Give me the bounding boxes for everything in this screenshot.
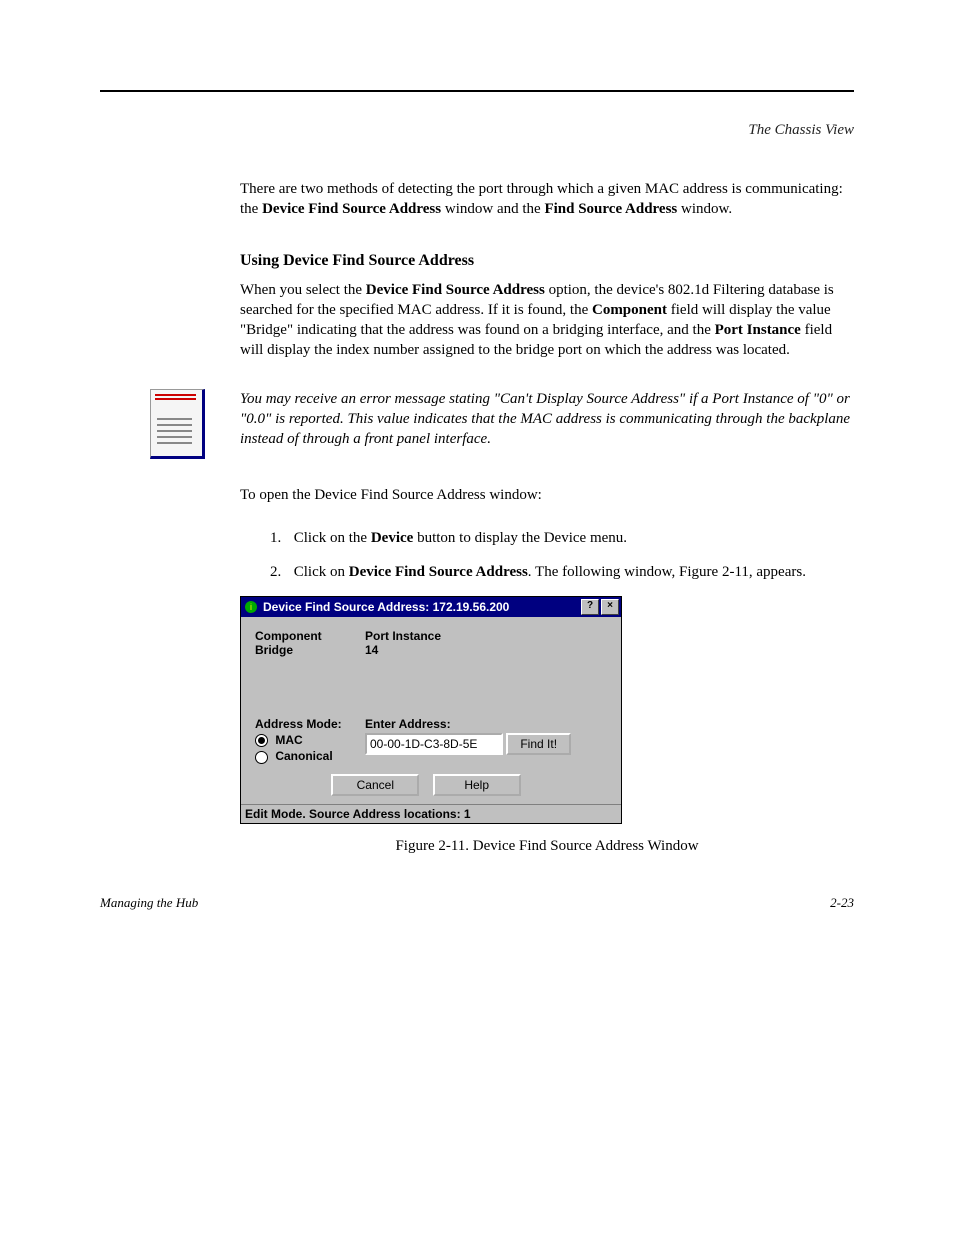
footer-left: Managing the Hub — [100, 895, 198, 911]
dialog-title: Device Find Source Address: 172.19.56.20… — [263, 600, 579, 614]
radio-canonical-label: Canonical — [275, 749, 332, 763]
step-1: 1. Click on the Device button to display… — [270, 528, 854, 548]
titlebar-close-button[interactable]: × — [601, 599, 619, 615]
p1-post: window. — [677, 201, 732, 217]
titlebar-help-button[interactable]: ? — [581, 599, 599, 615]
subheading-device-find: Using Device Find Source Address — [240, 252, 854, 270]
find-it-button[interactable]: Find It! — [506, 733, 571, 755]
radio-mac[interactable]: MAC — [255, 733, 365, 747]
step-1-post: button to display the Device menu. — [413, 530, 627, 546]
column-header-port-instance: Port Instance — [365, 629, 607, 643]
step-1-pre: Click on the — [294, 530, 371, 546]
step-2-pre: Click on — [294, 564, 349, 580]
dialog-screenshot: i Device Find Source Address: 172.19.56.… — [240, 596, 854, 824]
enter-address-label: Enter Address: — [365, 717, 607, 731]
results-fill — [255, 657, 607, 713]
radio-mac-dot-icon — [255, 734, 268, 747]
result-component-value: Bridge — [255, 643, 365, 657]
app-icon: i — [243, 599, 259, 615]
address-input[interactable]: 00-00-1D-C3-8D-5E — [365, 733, 503, 755]
step-1-num: 1. — [270, 528, 290, 548]
svg-text:i: i — [250, 602, 252, 612]
note-text: You may receive an error message stating… — [240, 389, 854, 450]
p2-b1: Device Find Source Address — [366, 282, 545, 298]
p2-b3: Port Instance — [715, 322, 801, 338]
radio-canonical[interactable]: Canonical — [255, 749, 365, 763]
p2-pre: When you select the — [240, 282, 366, 298]
footer-right: 2-23 — [830, 895, 854, 911]
note-block: You may receive an error message stating… — [100, 389, 854, 459]
step-2-num: 2. — [270, 562, 290, 582]
header-rule — [100, 90, 854, 92]
column-header-component: Component — [255, 629, 365, 643]
page-footer: Managing the Hub 2-23 — [100, 895, 854, 911]
p2-b2: Component — [592, 302, 667, 318]
paragraph-1: There are two methods of detecting the p… — [240, 179, 854, 220]
results-row: Bridge 14 — [255, 643, 607, 657]
dialog-status-bar: Edit Mode. Source Address locations: 1 — [241, 804, 621, 823]
figure-caption: Figure 2-11. Device Find Source Address … — [240, 838, 854, 855]
dialog-body: Component Port Instance Bridge 14 Addres… — [241, 617, 621, 804]
device-find-dialog: i Device Find Source Address: 172.19.56.… — [240, 596, 622, 824]
result-port-instance-value: 14 — [365, 643, 607, 657]
radio-canonical-dot-icon — [255, 751, 268, 764]
step-2: 2. Click on Device Find Source Address. … — [270, 562, 854, 582]
dialog-button-row: Cancel Help — [245, 774, 607, 796]
p1-b2: Find Source Address — [544, 201, 677, 217]
paragraph-2: When you select the Device Find Source A… — [240, 280, 854, 361]
note-icon — [150, 389, 205, 459]
page-header-title: The Chassis View — [100, 122, 854, 139]
note-icon-wrap — [100, 389, 240, 459]
help-button[interactable]: Help — [433, 774, 521, 796]
step-2-b: Device Find Source Address — [349, 564, 528, 580]
cancel-button[interactable]: Cancel — [331, 774, 419, 796]
step-1-b: Device — [371, 530, 413, 546]
instruction-line: To open the Device Find Source Address w… — [240, 487, 854, 504]
steps-list: 1. Click on the Device button to display… — [270, 528, 854, 583]
address-mode-label: Address Mode: — [255, 717, 365, 731]
p1-b1: Device Find Source Address — [262, 201, 441, 217]
step-2-post: . The following window, Figure 2-11, app… — [528, 564, 806, 580]
results-header: Component Port Instance — [255, 629, 607, 643]
address-row: Address Mode: MAC Canonical Enter Addres… — [255, 717, 607, 764]
dialog-titlebar[interactable]: i Device Find Source Address: 172.19.56.… — [241, 597, 621, 617]
p1-mid: window and the — [441, 201, 544, 217]
radio-mac-label: MAC — [275, 733, 302, 747]
